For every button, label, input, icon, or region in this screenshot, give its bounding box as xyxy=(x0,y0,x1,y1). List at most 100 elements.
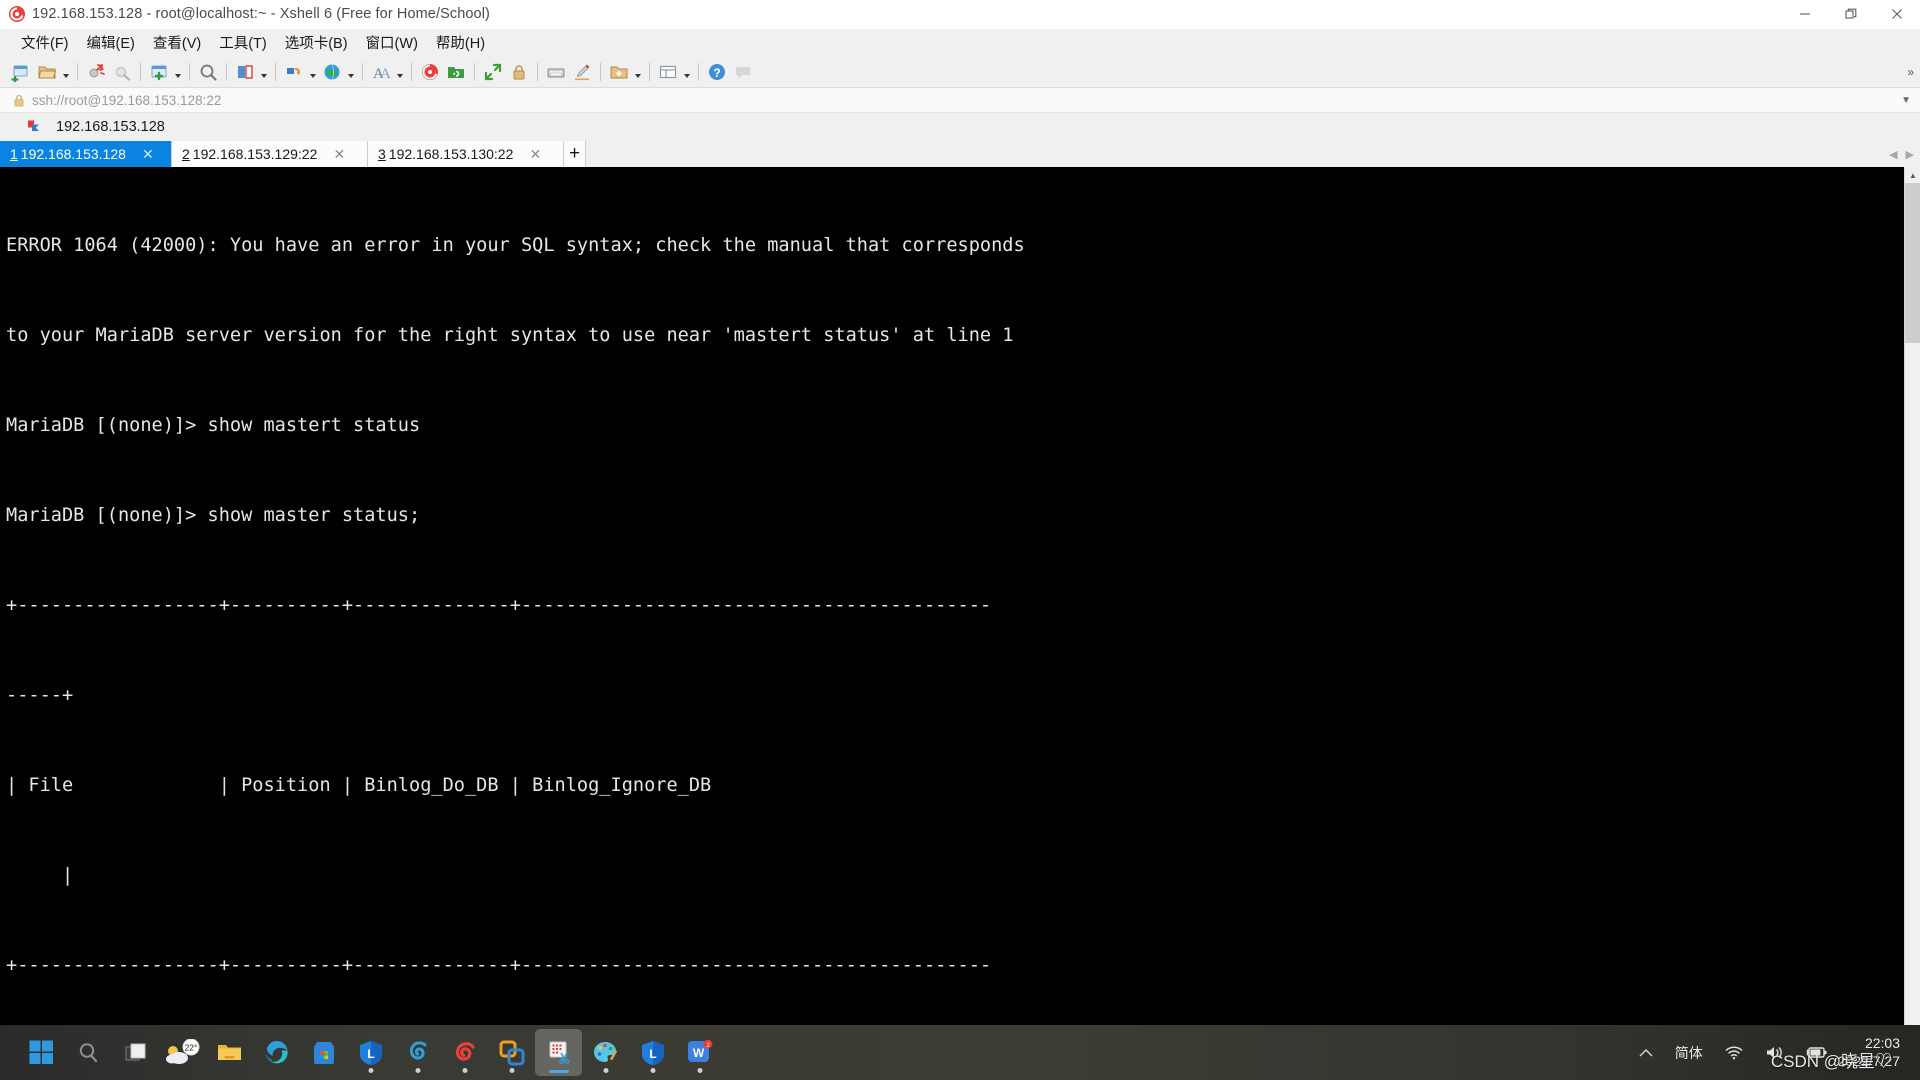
xshell-window: 192.168.153.128 - root@localhost:~ - Xsh… xyxy=(0,0,1920,1080)
360-browser-icon[interactable] xyxy=(394,1029,441,1076)
fullscreen-icon[interactable] xyxy=(480,59,506,85)
svg-text:?: ? xyxy=(713,66,720,80)
tab-192-168-153-129[interactable]: 2 192.168.153.129:22 ✕ xyxy=(172,141,368,167)
lenovo-app-icon[interactable]: L xyxy=(347,1029,394,1076)
xshell-icon[interactable] xyxy=(417,59,443,85)
tab-close-icon[interactable]: ✕ xyxy=(527,146,543,162)
xftp-icon[interactable] xyxy=(443,59,469,85)
task-view-icon[interactable] xyxy=(112,1029,159,1076)
window-title: 192.168.153.128 - root@localhost:~ - Xsh… xyxy=(32,6,490,22)
wps-office-icon[interactable]: W 2 xyxy=(676,1029,723,1076)
paint-icon[interactable] xyxy=(582,1029,629,1076)
new-session-icon[interactable] xyxy=(8,59,34,85)
scrollbar-thumb[interactable] xyxy=(1905,183,1920,343)
toolbar-expand-icon[interactable]: » xyxy=(1907,65,1914,79)
new-tab-button[interactable]: + xyxy=(564,141,586,167)
microsoft-store-icon[interactable] xyxy=(300,1029,347,1076)
help-icon[interactable]: ? xyxy=(704,59,730,85)
web-browser-icon[interactable] xyxy=(319,59,345,85)
layout-dropdown-icon[interactable] xyxy=(681,59,693,85)
tab-number: 1 xyxy=(10,146,18,162)
tab-scroll-right-icon[interactable]: ▶ xyxy=(1906,148,1914,161)
new-tab-dropdown-icon[interactable] xyxy=(172,59,184,85)
thunder-icon[interactable] xyxy=(441,1029,488,1076)
chevron-up-icon[interactable] xyxy=(1628,1025,1664,1080)
weather-widget-icon[interactable]: 22° xyxy=(159,1029,206,1076)
session-flag-icon xyxy=(26,119,42,135)
lenovo-vantage-icon[interactable]: L xyxy=(629,1029,676,1076)
tab-192-168-153-128[interactable]: 1 192.168.153.128 ✕ xyxy=(0,141,172,167)
transfer-dropdown-icon[interactable] xyxy=(307,59,319,85)
terminal-line: MariaDB [(none)]> show master status; xyxy=(6,505,421,526)
watermark-text: CSDN @晓星♡ xyxy=(1770,1052,1892,1071)
window-controls xyxy=(1782,0,1920,29)
reconnect-icon[interactable] xyxy=(109,59,135,85)
menu-file[interactable]: 文件(F) xyxy=(12,29,78,56)
toolbar-separator xyxy=(411,62,412,81)
toolbar: A A ? » xyxy=(0,56,1920,88)
terminal-scrollbar[interactable]: ▲ ▼ xyxy=(1904,167,1920,1080)
menu-edit[interactable]: 编辑(E) xyxy=(78,29,144,56)
tab-scroll-left-icon[interactable]: ◀ xyxy=(1889,148,1897,161)
svg-text:A: A xyxy=(380,66,391,82)
menu-tabs[interactable]: 选项卡(B) xyxy=(276,29,357,56)
menu-help[interactable]: 帮助(H) xyxy=(427,29,494,56)
wifi-icon[interactable] xyxy=(1714,1025,1754,1080)
menu-tools[interactable]: 工具(T) xyxy=(210,29,276,56)
scroll-up-icon[interactable]: ▲ xyxy=(1905,167,1920,183)
minimize-button[interactable] xyxy=(1782,0,1828,29)
svg-text:22°: 22° xyxy=(184,1042,197,1052)
tab-close-icon[interactable]: ✕ xyxy=(140,146,156,162)
menu-view[interactable]: 查看(V) xyxy=(144,29,210,56)
open-folder-icon[interactable] xyxy=(34,59,60,85)
comment-icon[interactable] xyxy=(730,59,756,85)
chevron-down-icon[interactable]: ▼ xyxy=(1901,95,1920,106)
disconnect-icon[interactable] xyxy=(83,59,109,85)
svg-text:L: L xyxy=(649,1047,656,1061)
snipping-tool-icon[interactable] xyxy=(535,1029,582,1076)
menu-window[interactable]: 窗口(W) xyxy=(357,29,427,56)
tab-close-icon[interactable]: ✕ xyxy=(331,146,347,162)
file-explorer-icon[interactable] xyxy=(206,1029,253,1076)
address-url: ssh://root@192.168.153.128:22 xyxy=(32,92,222,108)
tab-192-168-153-130[interactable]: 3 192.168.153.130:22 ✕ xyxy=(368,141,564,167)
layout-icon[interactable] xyxy=(655,59,681,85)
svg-text:W: W xyxy=(693,1046,705,1060)
vmware-icon[interactable] xyxy=(488,1029,535,1076)
edge-browser-icon[interactable] xyxy=(253,1029,300,1076)
maximize-button[interactable] xyxy=(1828,0,1874,29)
terminal-line: +------------------+----------+---------… xyxy=(6,595,992,616)
running-indicator xyxy=(603,1068,608,1073)
xshell-logo-icon xyxy=(8,5,26,23)
new-folder-dropdown-icon[interactable] xyxy=(632,59,644,85)
highlight-icon[interactable] xyxy=(569,59,595,85)
tab-strip-filler xyxy=(586,141,1890,167)
tab-label: 192.168.153.128 xyxy=(20,146,126,162)
close-button[interactable] xyxy=(1874,0,1920,29)
lock-icon[interactable] xyxy=(506,59,532,85)
new-folder-icon[interactable] xyxy=(606,59,632,85)
terminal-line: MariaDB [(none)]> show mastert status xyxy=(6,415,421,436)
find-icon[interactable] xyxy=(195,59,221,85)
keyboard-icon[interactable] xyxy=(543,59,569,85)
session-manager-icon[interactable] xyxy=(232,59,258,85)
session-manager-dropdown-icon[interactable] xyxy=(258,59,270,85)
terminal-screen[interactable]: ERROR 1064 (42000): You have an error in… xyxy=(0,167,1920,1080)
toolbar-separator xyxy=(474,62,475,81)
tab-strip: 1 192.168.153.128 ✕ 2 192.168.153.129:22… xyxy=(0,141,1920,167)
toolbar-separator xyxy=(189,62,190,81)
search-icon[interactable] xyxy=(65,1029,112,1076)
address-bar[interactable]: ssh://root@192.168.153.128:22 ▼ xyxy=(0,88,1920,113)
running-indicator xyxy=(462,1068,467,1073)
open-folder-dropdown-icon[interactable] xyxy=(60,59,72,85)
font-dropdown-icon[interactable] xyxy=(394,59,406,85)
start-button-icon[interactable] xyxy=(18,1029,65,1076)
toolbar-separator xyxy=(140,62,141,81)
ime-indicator[interactable]: 简体 xyxy=(1664,1025,1714,1080)
web-browser-dropdown-icon[interactable] xyxy=(345,59,357,85)
active-indicator xyxy=(548,1069,569,1073)
new-tab-icon[interactable] xyxy=(146,59,172,85)
transfer-icon[interactable] xyxy=(281,59,307,85)
running-indicator xyxy=(650,1068,655,1073)
font-icon[interactable]: A A xyxy=(368,59,394,85)
